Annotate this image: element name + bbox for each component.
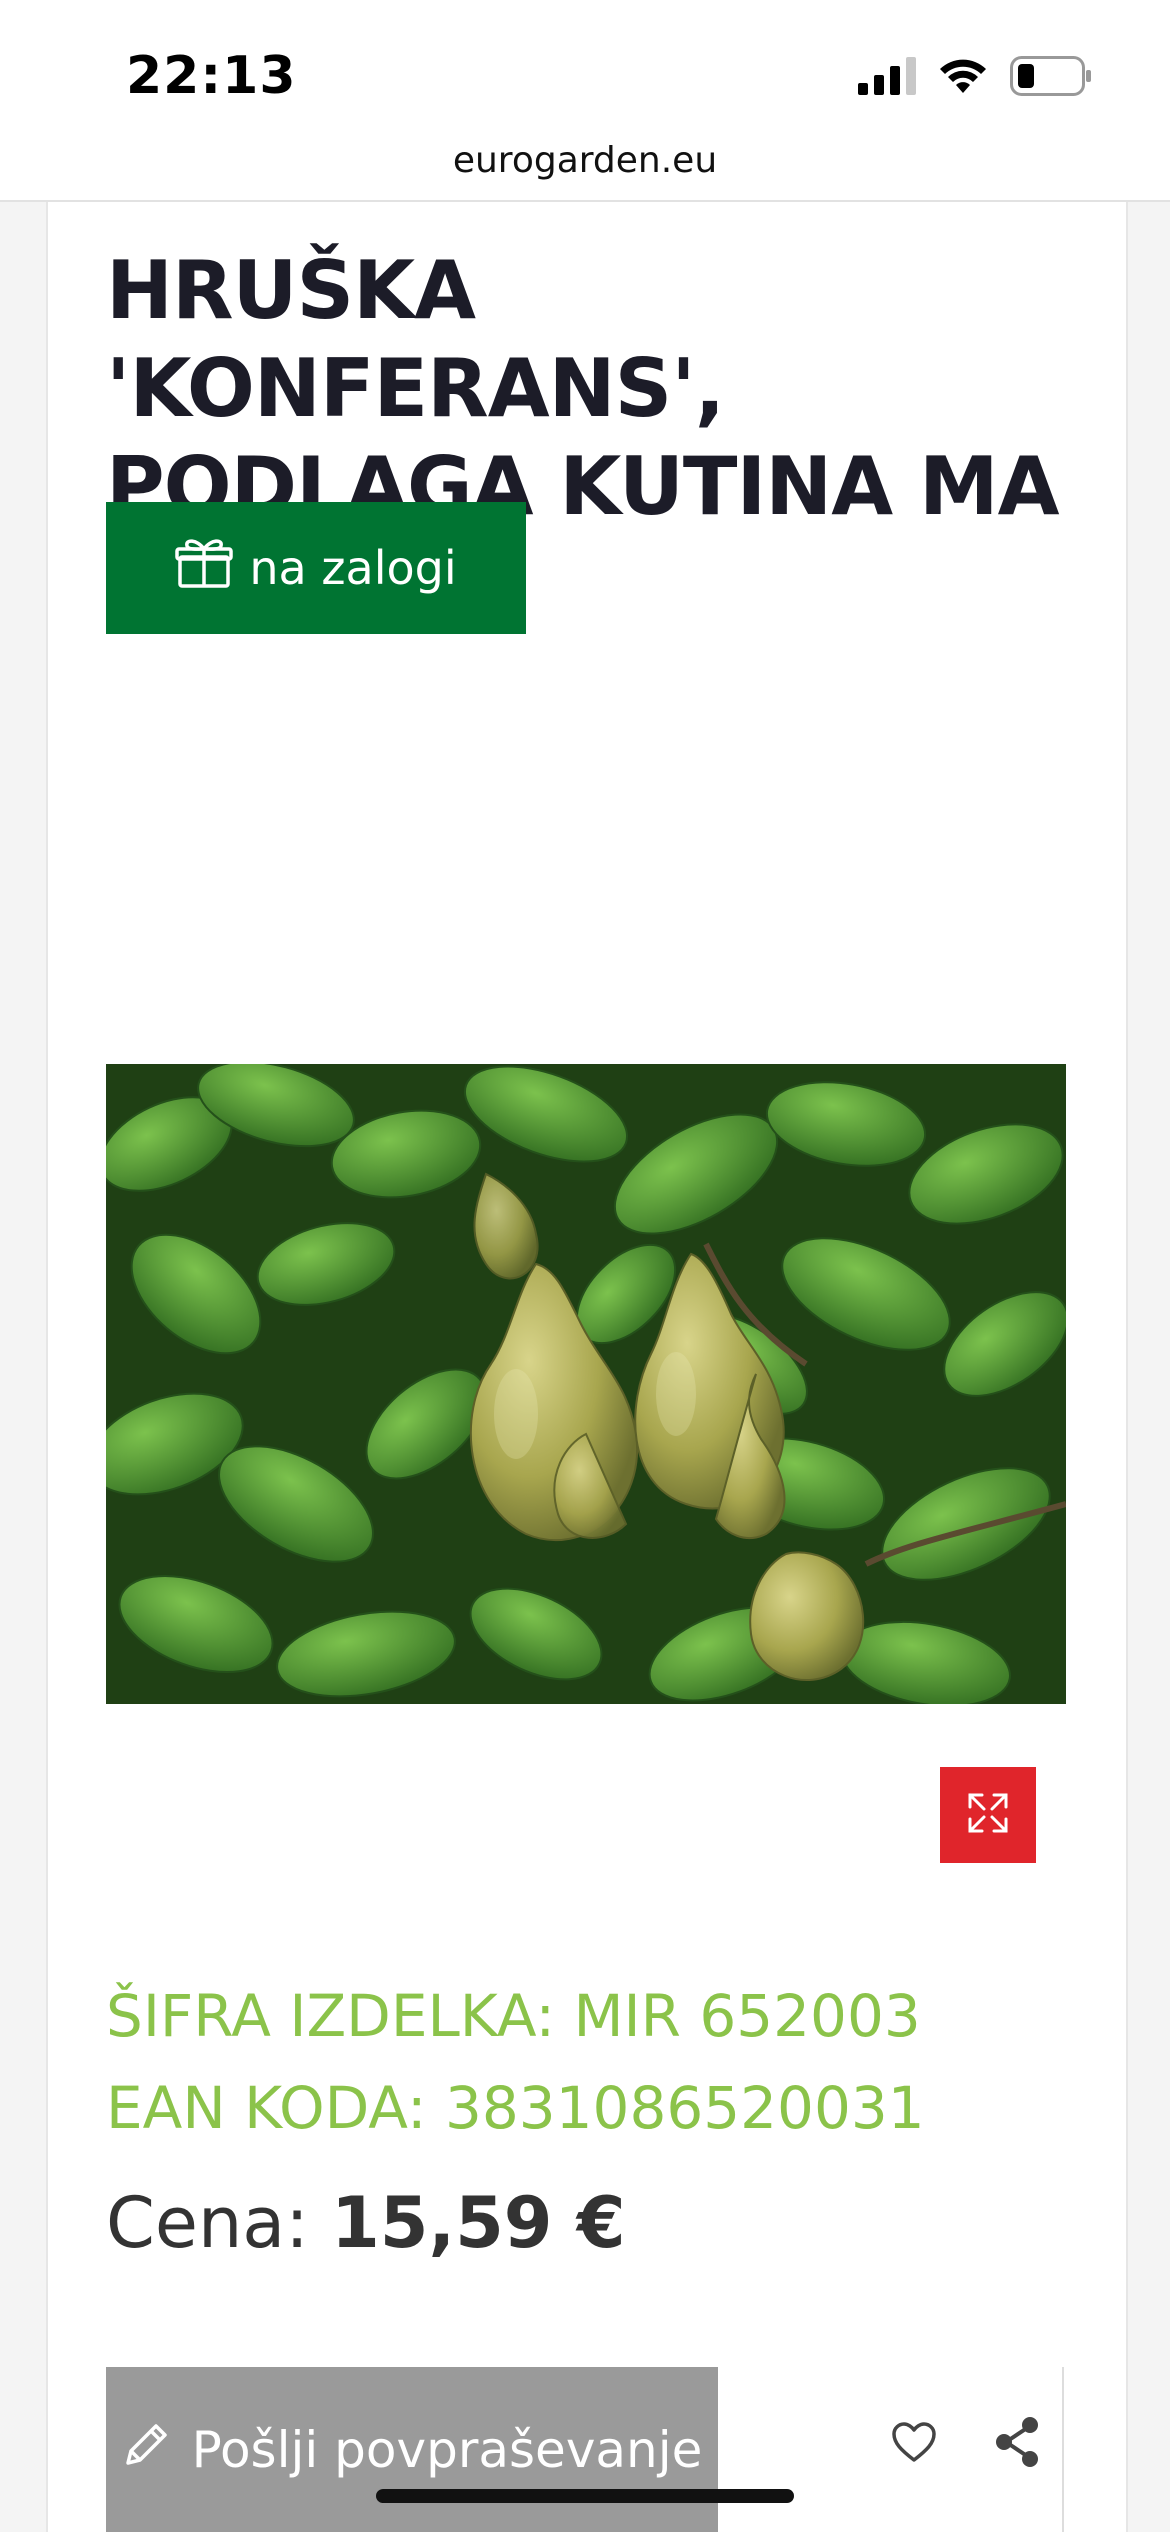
product-title: HRUŠKA 'KONFERANS', PODLAGA KUTINA MA [106,244,1060,533]
url-text[interactable]: eurogarden.eu [0,140,1170,181]
price-label: Cena: [106,2182,309,2264]
stock-label: na zalogi [249,541,457,595]
expand-icon [966,1791,1010,1840]
gift-box-icon [175,537,234,600]
stock-badge: na zalogi [106,502,526,634]
sku-code: ŠIFRA IZDELKA: MIR 652003 [106,1982,921,2050]
price-value: 15,59 € [331,2182,626,2264]
battery-icon [1010,56,1092,101]
status-icons [858,56,1092,101]
url-bar[interactable]: eurogarden.eu [0,140,1170,202]
send-inquiry-button[interactable]: Pošlji povpraševanje [106,2367,718,2532]
status-time: 22:13 [126,46,297,106]
product-card: HRUŠKA 'KONFERANS', PODLAGA KUTINA MA na… [46,202,1128,2532]
share-button[interactable] [986,2412,1050,2476]
status-bar: 22:13 [0,0,1170,140]
price: Cena: 15,59 € [106,2182,626,2264]
wifi-icon [938,57,988,100]
action-divider [1062,2367,1064,2532]
ean-code: EAN KODA: 3831086520031 [106,2074,925,2142]
share-icon [994,2416,1042,2473]
expand-button[interactable] [940,1767,1036,1863]
pencil-icon [122,2419,172,2481]
home-indicator[interactable] [376,2489,794,2503]
wishlist-button[interactable] [884,2414,944,2474]
send-inquiry-label: Pošlji povpraševanje [191,2420,703,2479]
heart-icon [891,2421,937,2468]
cellular-signal-icon [858,57,916,100]
product-image[interactable] [106,1064,1066,1704]
